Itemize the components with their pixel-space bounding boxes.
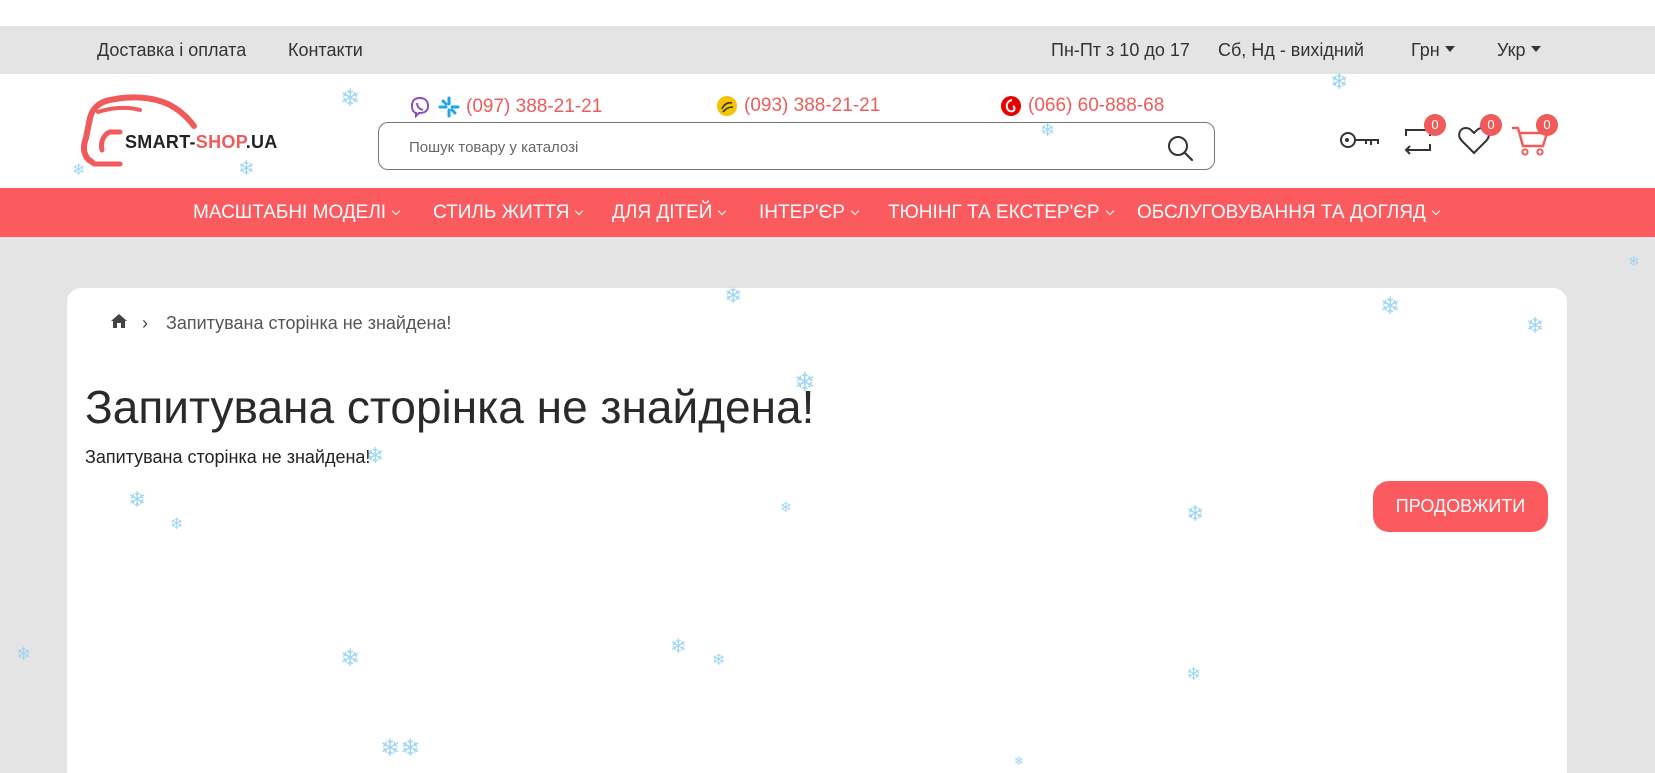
nav-item-scale-models[interactable]: МАСШТАБНІ МОДЕЛІ [193, 202, 401, 224]
compare-count-badge: 0 [1424, 114, 1446, 136]
nav-item-kids[interactable]: ДЛЯ ДІТЕЙ [612, 202, 727, 224]
nav-item-service-care[interactable]: ОБСЛУГОВУВАННЯ ТА ДОГЛЯД [1137, 202, 1441, 224]
contacts-link[interactable]: Контакти [288, 40, 363, 61]
content-panel [67, 288, 1567, 773]
wishlist-button[interactable]: 0 [1454, 114, 1502, 160]
compare-button[interactable]: 0 [1398, 114, 1446, 160]
chevron-down-icon [1431, 206, 1441, 216]
home-icon[interactable] [110, 313, 128, 334]
phone-lifecell[interactable]: (093) 388-21-21 [716, 95, 880, 117]
page-message: Запитувана сторінка не знайдена! [85, 447, 371, 467]
wishlist-count-badge: 0 [1480, 114, 1502, 136]
currency-label: Грн [1411, 40, 1440, 60]
nav-item-lifestyle[interactable]: СТИЛЬ ЖИТТЯ [433, 202, 584, 224]
page-title: Запитувана сторінка не знайдена! [85, 381, 815, 433]
viber-icon [408, 95, 432, 119]
cart-count-badge: 0 [1536, 114, 1558, 136]
language-label: Укр [1497, 40, 1526, 60]
chevron-down-icon [850, 206, 860, 216]
currency-dropdown[interactable]: Грн [1411, 40, 1455, 61]
lifecell-icon [716, 95, 738, 117]
delivery-link[interactable]: Доставка і оплата [97, 40, 246, 61]
phone-number: (093) 388-21-21 [744, 95, 881, 116]
chevron-down-icon [1105, 206, 1114, 216]
chevron-down-icon [391, 206, 401, 216]
phone-vodafone[interactable]: (066) 60-888-68 [1000, 95, 1164, 117]
phone-number: (097) 388-21-21 [466, 96, 603, 117]
top-white-strip [0, 0, 1655, 26]
logo-text: SMART-SHOP.UA [125, 132, 278, 152]
phone-kyivstar[interactable]: (097) 388-21-21 [408, 95, 602, 119]
header: SMART-SHOP.UA (097) 388-21-21 (093) 388-… [0, 74, 1655, 188]
language-dropdown[interactable]: Укр [1497, 40, 1541, 61]
snowflake-icon: ❄ [1628, 254, 1640, 270]
search-bar [378, 122, 1215, 170]
continue-button[interactable]: ПРОДОВЖИТИ [1373, 481, 1548, 532]
kyivstar-icon [438, 96, 460, 118]
chevron-down-icon [718, 206, 727, 216]
search-icon[interactable] [1166, 134, 1194, 162]
nav-item-interior[interactable]: ІНТЕР'ЄР [759, 202, 860, 224]
chevron-right-icon: › [142, 313, 148, 333]
key-icon[interactable] [1338, 120, 1380, 160]
main-nav: МАСШТАБНІ МОДЕЛІ СТИЛЬ ЖИТТЯ ДЛЯ ДІТЕЙ І… [0, 188, 1655, 237]
top-bar: Доставка і оплата Контакти Пн-Пт з 10 до… [0, 26, 1655, 74]
caret-down-icon [1530, 46, 1541, 53]
schedule-weekend: Сб, Нд - вихідний [1218, 40, 1364, 60]
chevron-down-icon [575, 206, 584, 216]
search-input[interactable] [409, 135, 1149, 159]
site-logo[interactable]: SMART-SHOP.UA [80, 92, 280, 172]
caret-down-icon [1444, 46, 1455, 53]
breadcrumb-current: Запитувана сторінка не знайдена! [166, 313, 452, 333]
vodafone-icon [1000, 95, 1022, 117]
snowflake-icon: ❄ [16, 644, 32, 665]
nav-item-tuning-exterior[interactable]: ТЮНІНГ ТА ЕКСТЕР'ЄР [888, 202, 1114, 224]
phone-number: (066) 60-888-68 [1028, 95, 1165, 116]
breadcrumb: › Запитувана сторінка не знайдена! [110, 313, 451, 334]
cart-button[interactable]: 0 [1510, 114, 1558, 160]
schedule-weekdays: Пн-Пт з 10 до 17 [1051, 40, 1190, 60]
